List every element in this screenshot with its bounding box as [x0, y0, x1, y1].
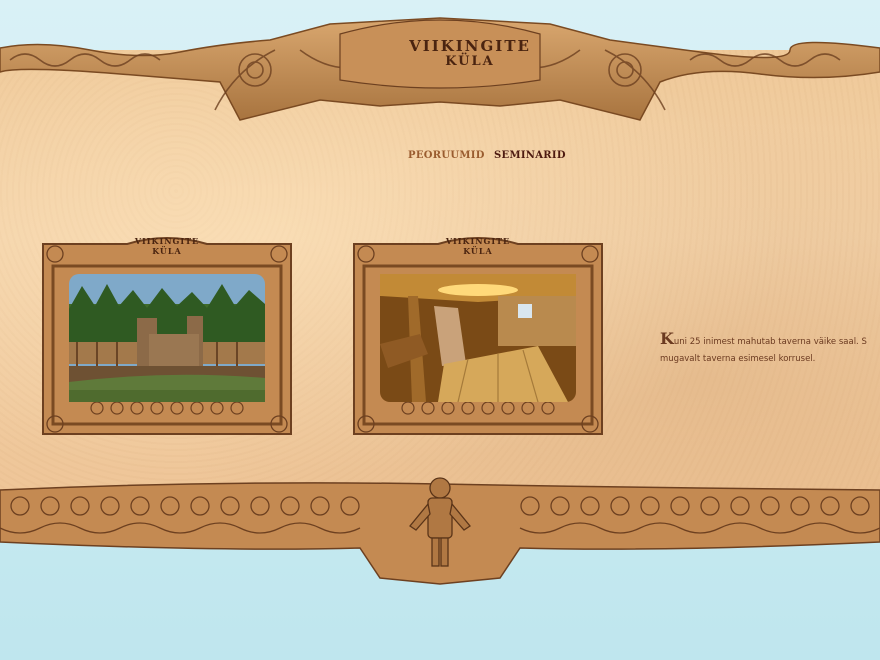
frame-1-logo-line-1: VIIKINGITE: [134, 236, 200, 246]
main-nav: PEORUUMID SEMINARID: [0, 150, 880, 170]
frame-1-logo-line-2: KÜLA: [152, 246, 182, 256]
gallery-photo-1[interactable]: VIIKINGITE KÜLA: [37, 234, 297, 444]
frame-2-logo-line-1: VIIKINGITE: [445, 236, 511, 246]
frame-1-logo: VIIKINGITE KÜLA: [112, 236, 222, 256]
logo-line-1: VIIKINGITE: [409, 37, 531, 55]
gallery-photo-2[interactable]: VIIKINGITE KÜLA: [348, 234, 608, 444]
frame-2-logo: VIIKINGITE KÜLA: [423, 236, 533, 256]
description-dropcap: K: [660, 329, 674, 348]
description-line-1-text: uni 25 inimest mahutab taverna väike saa…: [673, 337, 867, 347]
nav-link-seminarid[interactable]: SEMINARID: [494, 150, 566, 161]
description-line-1: Kuni 25 inimest mahutab taverna väike sa…: [660, 330, 880, 351]
carved-frame-1: [42, 237, 292, 435]
venue-description: Kuni 25 inimest mahutab taverna väike sa…: [660, 330, 880, 368]
frame-2-logo-line-2: KÜLA: [463, 246, 493, 256]
bottom-carved-border: [0, 477, 880, 585]
site-logo[interactable]: VIIKINGITE KÜLA: [380, 38, 560, 69]
carved-frame-2: [353, 237, 603, 435]
logo-line-2: KÜLA: [445, 54, 495, 69]
description-line-2: mugavalt taverna esimesel korrusel.: [660, 354, 816, 364]
nav-link-peoruumid[interactable]: PEORUUMID: [408, 150, 485, 161]
top-carved-border: [0, 17, 880, 121]
